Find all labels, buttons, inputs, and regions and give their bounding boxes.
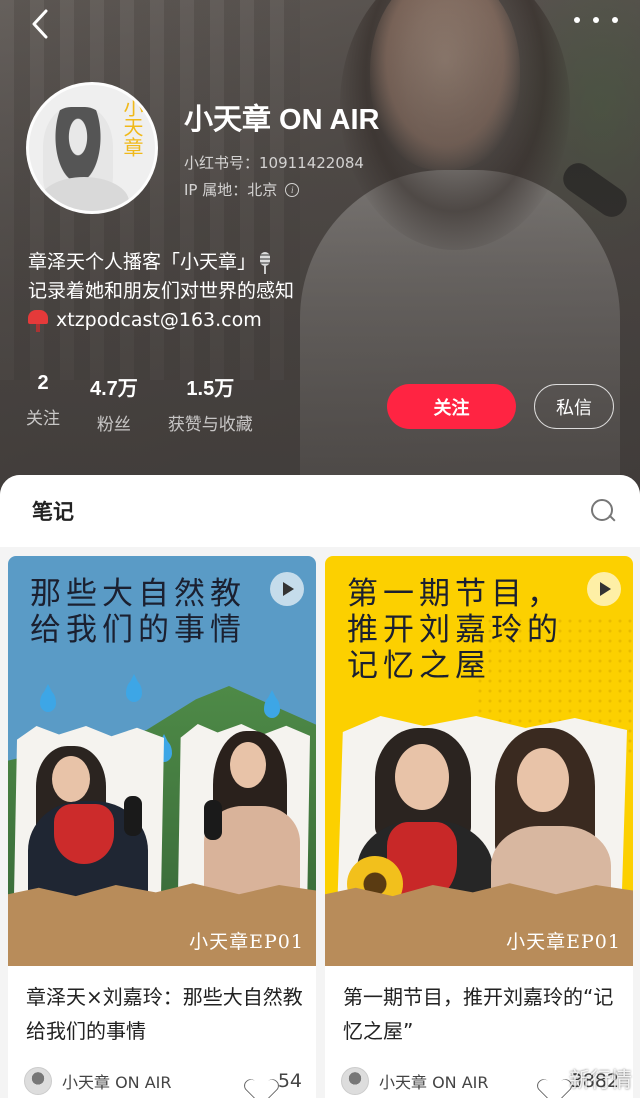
stat-label: 粉丝 (96, 415, 131, 435)
note-title[interactable]: 第一期节目，推开刘嘉玲的“记忆之屋” (343, 980, 623, 1048)
dot-icon (574, 17, 580, 23)
note-card[interactable]: 第一期节目，推开刘嘉玲的记忆之屋 小天章EP01 第一期节目，推开刘嘉玲的“记忆… (325, 556, 633, 1098)
cover-title: 那些大自然教给我们的事情 (30, 576, 246, 648)
note-cover[interactable]: 第一期节目，推开刘嘉玲的记忆之屋 小天章EP01 (325, 556, 633, 966)
profile-stats: 2 关注 4.7万 粉丝 1.5万 获赞与收藏 (26, 372, 283, 435)
notes-grid: 那些大自然教给我们的事情 小天章EP01 章泽天×刘嘉玲：那些大自然教给我们的事… (8, 556, 634, 1098)
mailbox-icon (28, 309, 48, 332)
like-count: 54 (277, 1070, 302, 1092)
bio-line: 章泽天个人播客「小天章」 (28, 251, 257, 273)
play-icon[interactable] (270, 572, 304, 606)
stat-value: 1.5万 (186, 378, 235, 400)
tab-notes[interactable]: 笔记 (32, 496, 74, 526)
search-icon[interactable] (588, 496, 618, 526)
author-name[interactable]: 小天章 ON AIR (379, 1069, 543, 1093)
bio-email: xtzpodcast@163.com (56, 309, 262, 331)
follow-button[interactable]: 关注 (387, 384, 516, 429)
water-drop-icon (264, 690, 280, 718)
microphone-icon (204, 800, 222, 840)
more-options-button[interactable] (574, 8, 618, 32)
heart-icon[interactable] (250, 1071, 272, 1091)
chevron-left-icon (32, 9, 48, 39)
water-drop-icon (40, 684, 56, 712)
profile-name: 小天章 ON AIR (184, 104, 380, 136)
ip-location: IP 属地：北京 i (184, 179, 300, 200)
episode-label: 小天章EP01 (189, 931, 304, 953)
note-footer: 小天章 ON AIR 54 (24, 1066, 302, 1096)
note-cover[interactable]: 那些大自然教给我们的事情 小天章EP01 (8, 556, 316, 966)
episode-label: 小天章EP01 (506, 931, 621, 953)
message-button[interactable]: 私信 (534, 384, 614, 429)
microphone-icon (124, 796, 142, 836)
note-title[interactable]: 章泽天×刘嘉玲：那些大自然教给我们的事情 (26, 980, 306, 1048)
dot-icon (612, 17, 618, 23)
profile-header: 小天章 小天章 ON AIR 小红书号：10911422084 IP 属地：北京… (0, 0, 640, 495)
stat-followers[interactable]: 4.7万 粉丝 (90, 372, 138, 435)
notes-header: 笔记 (0, 475, 640, 547)
author-name[interactable]: 小天章 ON AIR (62, 1069, 250, 1093)
avatar[interactable]: 小天章 (26, 82, 158, 214)
stat-likes-collections[interactable]: 1.5万 获赞与收藏 (168, 372, 253, 435)
avatar-logo-text: 小天章 (120, 97, 144, 157)
play-icon[interactable] (587, 572, 621, 606)
stat-value: 4.7万 (90, 378, 138, 400)
bio-line: 记录着她和朋友们对世界的感知 (28, 280, 295, 302)
stat-label: 关注 (26, 409, 60, 429)
water-drop-icon (126, 674, 142, 702)
ip-location-text: IP 属地：北京 (184, 181, 278, 199)
info-icon[interactable]: i (285, 182, 300, 197)
back-button[interactable] (22, 6, 58, 42)
stat-following[interactable]: 2 关注 (26, 372, 60, 435)
profile-bio: 章泽天个人播客「小天章」 记录着她和朋友们对世界的感知 xtzpodcast@1… (28, 248, 294, 335)
heart-icon[interactable] (543, 1071, 565, 1091)
stat-value: 2 (37, 372, 49, 394)
red-id: 小红书号：10911422084 (184, 154, 364, 172)
notes-panel: 笔记 那些大自然教给我们的事情 小天章EP01 章泽天×刘嘉玲：那些大自然教给我… (0, 475, 640, 1098)
dot-icon (593, 17, 599, 23)
note-card[interactable]: 那些大自然教给我们的事情 小天章EP01 章泽天×刘嘉玲：那些大自然教给我们的事… (8, 556, 316, 1098)
cover-title: 第一期节目，推开刘嘉玲的记忆之屋 (347, 576, 563, 684)
microphone-icon (258, 251, 272, 274)
author-avatar[interactable] (24, 1067, 52, 1095)
watermark: 新行情 (569, 1068, 632, 1092)
stat-label: 获赞与收藏 (167, 415, 253, 435)
author-avatar[interactable] (341, 1067, 369, 1095)
